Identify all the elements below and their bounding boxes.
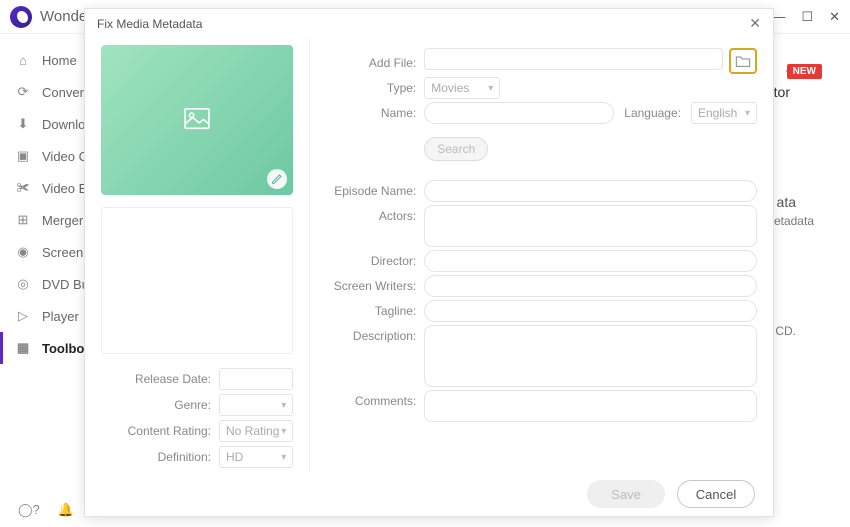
director-label: Director: [316, 250, 416, 268]
description-input[interactable] [424, 325, 757, 387]
save-button[interactable]: Save [587, 480, 665, 508]
edit-thumbnail-button[interactable] [267, 169, 287, 189]
name-label: Name: [316, 102, 416, 120]
play-icon: ▷ [14, 307, 32, 325]
comments-label: Comments: [316, 390, 416, 408]
app-logo-icon [10, 6, 32, 28]
bg-text: CD. [775, 324, 796, 338]
type-label: Type: [316, 77, 416, 95]
actors-input[interactable] [424, 205, 757, 247]
minimize-button[interactable]: — [772, 9, 785, 25]
home-icon: ⌂ [14, 51, 32, 69]
image-placeholder-icon [184, 108, 210, 133]
sidebar-item-label: Merger [42, 213, 83, 228]
bell-icon[interactable]: 🔔 [58, 502, 74, 518]
release-date-label: Release Date: [101, 372, 211, 386]
new-badge: NEW [787, 64, 822, 79]
writers-input[interactable] [424, 275, 757, 297]
writers-label: Screen Writers: [316, 275, 416, 293]
fix-metadata-dialog: Fix Media Metadata ✕ Release Date: Genre… [84, 8, 774, 517]
genre-select[interactable]: ▾ [219, 394, 293, 416]
bg-text: etadata [774, 214, 814, 228]
release-date-input[interactable] [219, 368, 293, 390]
definition-label: Definition: [101, 450, 211, 464]
sidebar-item-label: Player [42, 309, 79, 324]
help-icon[interactable]: ◯? [18, 502, 40, 518]
dialog-close-button[interactable]: ✕ [749, 15, 761, 32]
dialog-title: Fix Media Metadata [97, 17, 202, 31]
description-label: Description: [316, 325, 416, 343]
comments-input[interactable] [424, 390, 757, 422]
name-input[interactable] [424, 102, 614, 124]
bg-text: ata [777, 194, 796, 210]
language-label: Language: [624, 106, 681, 120]
convert-icon: ⟳ [14, 83, 32, 101]
definition-select[interactable]: HD▾ [219, 446, 293, 468]
compress-icon: ▣ [14, 147, 32, 165]
actors-label: Actors: [316, 205, 416, 223]
type-select[interactable]: Movies▾ [424, 77, 500, 99]
add-file-label: Add File: [316, 52, 416, 70]
content-rating-select[interactable]: No Rating▾ [219, 420, 293, 442]
director-input[interactable] [424, 250, 757, 272]
grid-icon: ▦ [14, 339, 32, 357]
disc-icon: ◎ [14, 275, 32, 293]
window-close-button[interactable]: ✕ [829, 9, 840, 25]
search-button[interactable]: Search [424, 137, 488, 161]
cancel-button[interactable]: Cancel [677, 480, 755, 508]
content-rating-label: Content Rating: [101, 424, 211, 438]
media-list[interactable] [101, 207, 293, 354]
bg-text: tor [774, 84, 790, 100]
media-thumbnail [101, 45, 293, 195]
browse-file-button[interactable] [729, 48, 757, 74]
sidebar-item-label: Home [42, 53, 77, 68]
record-icon: ◉ [14, 243, 32, 261]
episode-input[interactable] [424, 180, 757, 202]
tagline-input[interactable] [424, 300, 757, 322]
episode-label: Episode Name: [316, 180, 416, 198]
scissors-icon: ✀ [14, 179, 32, 197]
tagline-label: Tagline: [316, 300, 416, 318]
download-icon: ⬇ [14, 115, 32, 133]
add-file-input[interactable] [424, 48, 723, 70]
language-select[interactable]: English▾ [691, 102, 757, 124]
maximize-button[interactable]: ☐ [801, 9, 813, 25]
genre-label: Genre: [101, 398, 211, 412]
merger-icon: ⊞ [14, 211, 32, 229]
